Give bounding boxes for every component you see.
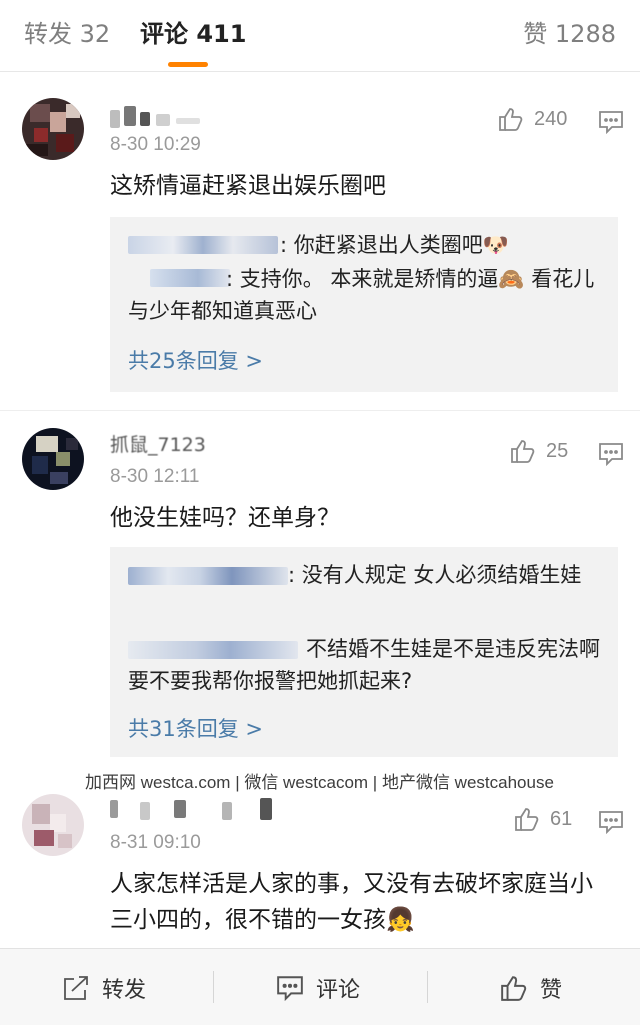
divider (0, 410, 640, 411)
comment-icon (599, 443, 623, 467)
like-button[interactable]: 61 (514, 806, 572, 832)
bottom-action-bar: 转发 评论 赞 (0, 948, 640, 1025)
thumbs-up-icon (499, 108, 523, 131)
comment-item: 8-31 09:10 61 人家怎样活是人家的事，又没有去破坏家庭当小三小四的，… (0, 780, 640, 948)
thumbs-up-icon (501, 975, 527, 1001)
more-replies-link[interactable]: 共25条回复 > (128, 345, 263, 375)
like-button[interactable]: 240 (498, 106, 567, 132)
comment-time: 8-30 10:29 (110, 134, 201, 155)
active-tab-indicator (168, 62, 208, 67)
tab-likes[interactable]: 赞 1288 (523, 18, 616, 50)
like-count: 25 (546, 439, 569, 462)
comment-item: 抓鼠_7123 8-30 12:11 25 他没生娃吗？还单身？ : 没有人规定… (0, 412, 640, 772)
like-action-button[interactable]: 赞 (500, 949, 562, 1025)
share-icon (64, 975, 88, 1000)
reply-button[interactable] (598, 442, 624, 470)
username-blurred[interactable] (110, 798, 310, 820)
repost-label: 转发 (102, 977, 147, 1003)
thumbs-up-icon (511, 440, 535, 463)
comment-icon (277, 975, 303, 1001)
like-button[interactable]: 25 (510, 438, 568, 464)
comment-text: 这矫情逼赶紧退出娱乐圈吧 (110, 173, 386, 199)
reply-text: : 没有人规定 女人必须结婚生娃 (288, 563, 582, 587)
reply-button[interactable] (598, 810, 624, 838)
replies-box[interactable]: : 你赶紧退出人类圈吧🐶 : 支持你。 本来就是矫情的逼🙈 看花儿与少年都知道真… (110, 217, 618, 392)
comment-text: 人家怎样活是人家的事，又没有去破坏家庭当小三小四的，很不错的一女孩👧 (110, 871, 593, 933)
comment-time: 8-31 09:10 (110, 832, 201, 853)
divider (213, 971, 214, 1003)
username-blurred[interactable] (110, 106, 210, 128)
username-blurred[interactable]: 抓鼠_7123 (110, 432, 240, 456)
comment-label: 评论 (316, 977, 361, 1003)
comment-button[interactable]: 评论 (276, 949, 360, 1025)
comment-text: 他没生娃吗？还单身？ (110, 505, 340, 531)
like-count: 61 (550, 807, 573, 830)
more-replies-link[interactable]: 共31条回复 > (128, 713, 263, 743)
svg-text:抓鼠_7123: 抓鼠_7123 (110, 434, 206, 456)
comment-icon (599, 811, 623, 835)
comment-time: 8-30 12:11 (110, 466, 200, 487)
like-label: 赞 (540, 977, 563, 1003)
reply-text: 不结婚不生娃是不是违反宪法啊 要不要我帮你报警把她抓起来? (128, 637, 600, 693)
replies-box[interactable]: : 没有人规定 女人必须结婚生娃 不结婚不生娃是不是违反宪法啊 要不要我帮你报警… (110, 547, 618, 757)
tab-bar: 转发 32 评论 411 赞 1288 (0, 0, 640, 72)
tab-comments[interactable]: 评论 411 (140, 18, 246, 50)
comment-item: 8-30 10:29 240 这矫情逼赶紧退出娱乐圈吧 : 你赶紧退出人类圈吧🐶… (0, 72, 640, 412)
avatar[interactable] (22, 428, 84, 490)
tab-repost[interactable]: 转发 32 (24, 18, 110, 50)
like-count: 240 (534, 107, 568, 130)
repost-button[interactable]: 转发 (62, 949, 146, 1025)
comment-icon (599, 111, 623, 135)
reply-text: : 你赶紧退出人类圈吧🐶 (280, 233, 509, 257)
thumbs-up-icon (515, 808, 539, 831)
avatar[interactable] (22, 794, 84, 856)
reply-author-blurred[interactable] (128, 236, 278, 254)
reply-button[interactable] (598, 110, 624, 138)
avatar[interactable] (22, 98, 84, 160)
divider (427, 971, 428, 1003)
reply-text: : 支持你。 本来就是矫情的逼🙈 看花儿与少年都知道真恶心 (128, 267, 595, 323)
